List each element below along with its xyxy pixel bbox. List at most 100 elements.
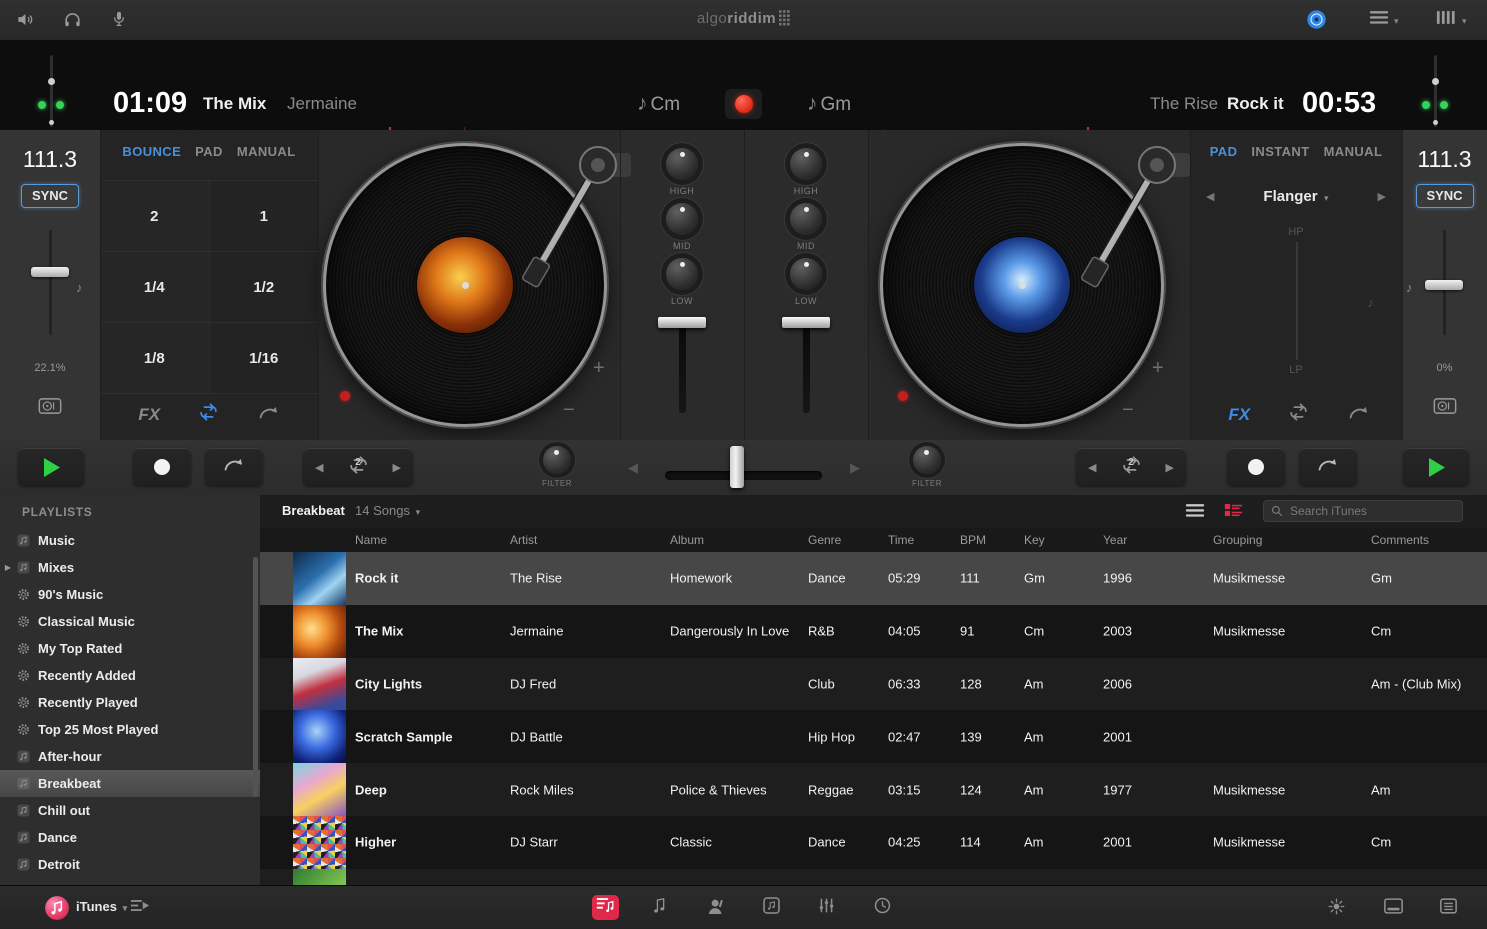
record-button[interactable] bbox=[725, 89, 762, 119]
eq-knob-high[interactable] bbox=[666, 148, 698, 180]
right-level-meter[interactable] bbox=[1434, 55, 1437, 127]
sidebar-item-music[interactable]: Music bbox=[0, 527, 260, 554]
right-tonearm[interactable] bbox=[1064, 135, 1194, 310]
history-clock-icon[interactable] bbox=[874, 897, 891, 919]
table-row[interactable] bbox=[260, 868, 1487, 885]
left-sync-button[interactable]: SYNC bbox=[21, 184, 79, 208]
column-header-album[interactable]: Album bbox=[670, 533, 704, 547]
disclosure-icon[interactable]: ▶ bbox=[0, 563, 16, 572]
right-cue-button[interactable] bbox=[1227, 448, 1285, 486]
loop-pad-2[interactable]: 2 bbox=[100, 181, 209, 251]
fx-selector[interactable]: Flanger bbox=[1263, 188, 1317, 205]
column-header-bpm[interactable]: BPM bbox=[960, 533, 986, 547]
right-filter-knob[interactable]: FILTER bbox=[912, 446, 942, 488]
right-loop-control[interactable]: ◀ 2 ▶ bbox=[1076, 448, 1186, 486]
left-loop-icon[interactable]: 2 bbox=[348, 455, 369, 479]
layout-columns-icon[interactable] bbox=[1436, 10, 1456, 30]
sidebar-item-90-s-music[interactable]: 90's Music bbox=[0, 581, 260, 608]
sidebar-item-breakbeat[interactable]: Breakbeat bbox=[0, 770, 260, 797]
display-icon[interactable] bbox=[1384, 898, 1403, 919]
keymatch-note-icon[interactable]: ♪ bbox=[1406, 280, 1413, 295]
right-loop-icon[interactable]: 2 bbox=[1121, 455, 1142, 479]
songs-view-icon[interactable] bbox=[592, 895, 619, 920]
music-note-icon[interactable] bbox=[652, 897, 667, 919]
sidebar-item-mixes[interactable]: ▶ Mixes bbox=[0, 554, 260, 581]
right-pitch-plus-button[interactable]: + bbox=[1152, 358, 1164, 378]
crossfade-right-icon[interactable]: ▶ bbox=[850, 460, 860, 476]
table-row[interactable]: City Lights DJ Fred Club 06:33 128 Am 2006 Am -… bbox=[260, 657, 1487, 711]
column-header-comments[interactable]: Comments bbox=[1371, 533, 1429, 547]
loop-pad-1[interactable]: 1 bbox=[209, 181, 318, 251]
left-tempo-slider[interactable] bbox=[49, 230, 52, 335]
tab-pad[interactable]: PAD bbox=[1210, 144, 1238, 159]
eq-knob-low[interactable] bbox=[666, 258, 698, 290]
right-meter-handle[interactable] bbox=[1432, 78, 1439, 85]
bounce-mode-icon[interactable] bbox=[258, 404, 280, 426]
column-header-time[interactable]: Time bbox=[888, 533, 914, 547]
table-row[interactable]: Higher DJ Starr Classic Dance 04:25 114 Am 2001… bbox=[260, 815, 1487, 869]
tab-manual[interactable]: MANUAL bbox=[1324, 144, 1383, 159]
eq-knob-high[interactable] bbox=[790, 148, 822, 180]
itunes-icon[interactable] bbox=[44, 895, 70, 926]
column-header-name[interactable]: Name bbox=[355, 533, 387, 547]
left-cue-button[interactable] bbox=[133, 448, 191, 486]
loop-mode-icon[interactable] bbox=[1288, 403, 1309, 426]
list-view-icon[interactable] bbox=[1185, 503, 1205, 523]
loop-decrease-icon[interactable]: ◀ bbox=[1084, 461, 1100, 474]
left-meter-handle[interactable] bbox=[48, 78, 55, 85]
left-level-meter[interactable] bbox=[50, 55, 53, 127]
sidebar-item-after-hour[interactable]: After-hour bbox=[0, 743, 260, 770]
left-bounce-button[interactable] bbox=[205, 448, 263, 486]
sidebar-scrollbar[interactable] bbox=[253, 557, 258, 797]
artists-icon[interactable] bbox=[706, 897, 726, 921]
keymatch-note-icon[interactable]: ♪ bbox=[76, 280, 83, 295]
left-play-button[interactable] bbox=[18, 448, 84, 486]
left-pitch-plus-button[interactable]: + bbox=[593, 358, 605, 378]
column-header-year[interactable]: Year bbox=[1103, 533, 1127, 547]
column-header-genre[interactable]: Genre bbox=[808, 533, 841, 547]
table-row[interactable]: Rock it The Rise Homework Dance 05:29 111 Gm 19… bbox=[260, 552, 1487, 605]
bounce-mode-icon[interactable] bbox=[1348, 404, 1370, 426]
loop-increase-icon[interactable]: ▶ bbox=[389, 461, 405, 474]
song-count[interactable]: 14 Songs ▾ bbox=[355, 503, 420, 518]
layout-list-icon[interactable] bbox=[1369, 10, 1389, 30]
right-deck-key[interactable]: ♪ Gm bbox=[807, 92, 851, 116]
eq-knob-mid[interactable] bbox=[790, 203, 822, 235]
loop-pad-1-8[interactable]: 1/8 bbox=[100, 323, 209, 393]
right-sync-button[interactable]: SYNC bbox=[1415, 184, 1474, 208]
sidebar-item-chill-out[interactable]: Chill out bbox=[0, 797, 260, 824]
tab-manual[interactable]: MANUAL bbox=[237, 144, 296, 159]
eq-knob-low[interactable] bbox=[790, 258, 822, 290]
table-row[interactable]: Deep Rock Miles Police & Thieves Reggae 03:1… bbox=[260, 763, 1487, 816]
sidebar-item-my-top-rated[interactable]: My Top Rated bbox=[0, 635, 260, 662]
artwork-view-icon[interactable] bbox=[1224, 503, 1243, 522]
volume-fader[interactable] bbox=[652, 317, 712, 417]
right-tempo-handle[interactable] bbox=[1425, 280, 1463, 290]
loop-pad-1-4[interactable]: 1/4 bbox=[100, 252, 209, 322]
loop-decrease-icon[interactable]: ◀ bbox=[311, 461, 327, 474]
sidebar-item-recently-played[interactable]: Recently Played bbox=[0, 689, 260, 716]
loop-pad-1-2[interactable]: 1/2 bbox=[209, 252, 318, 322]
eq-knob-mid[interactable] bbox=[666, 203, 698, 235]
volume-fader[interactable] bbox=[776, 317, 836, 417]
fx-mode-icon[interactable]: FX bbox=[138, 405, 160, 425]
source-selector[interactable]: iTunes ▾ bbox=[76, 899, 127, 914]
sidebar-item-top-25-most-played[interactable]: Top 25 Most Played bbox=[0, 716, 260, 743]
loop-pad-1-16[interactable]: 1/16 bbox=[209, 323, 318, 393]
genres-icon[interactable] bbox=[818, 897, 835, 919]
left-tempo-handle[interactable] bbox=[31, 267, 69, 277]
albums-icon[interactable] bbox=[763, 897, 780, 919]
table-row[interactable]: The Mix Jermaine Dangerously In Love R&B 04:… bbox=[260, 604, 1487, 658]
tab-instant[interactable]: INSTANT bbox=[1251, 144, 1309, 159]
sidebar-item-dance[interactable]: Dance bbox=[0, 824, 260, 851]
left-deck-key[interactable]: ♪ Cm bbox=[637, 92, 680, 116]
fx-next-icon[interactable]: ▶ bbox=[1378, 190, 1386, 203]
fx-mode-icon[interactable]: FX bbox=[1228, 405, 1250, 425]
queue-icon[interactable] bbox=[1440, 898, 1457, 919]
left-deck-view-icon[interactable] bbox=[38, 398, 62, 419]
right-pitch-minus-button[interactable]: − bbox=[1122, 400, 1134, 420]
right-deck-view-icon[interactable] bbox=[1433, 398, 1457, 419]
left-loop-control[interactable]: ◀ 2 ▶ bbox=[303, 448, 413, 486]
automix-icon[interactable] bbox=[130, 898, 150, 918]
right-play-button[interactable] bbox=[1403, 448, 1469, 486]
